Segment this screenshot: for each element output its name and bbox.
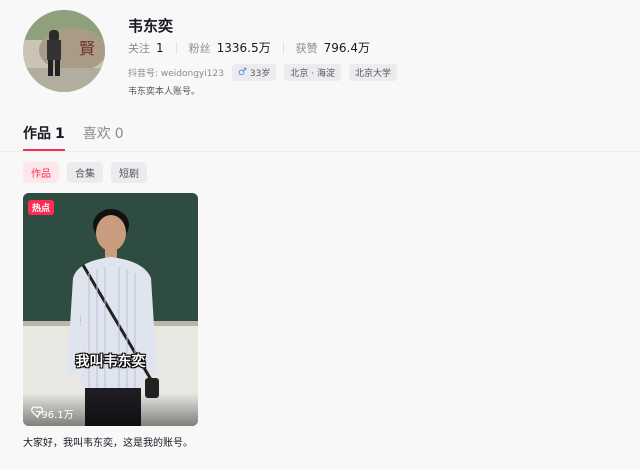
tab-works[interactable]: 作品 1 xyxy=(23,123,65,151)
tabs-divider xyxy=(0,151,640,152)
location-tag: 北京 · 海淀 xyxy=(284,64,341,81)
male-icon: ♂ xyxy=(237,67,247,78)
stat-followers-label: 粉丝 xyxy=(188,41,211,55)
stat-divider xyxy=(282,41,284,54)
age-text: 33岁 xyxy=(249,69,271,79)
stat-divider xyxy=(175,41,177,54)
stat-following-label: 关注 xyxy=(128,41,150,55)
tab-likes[interactable]: 喜欢 0 xyxy=(83,123,124,151)
content-tabs: 作品 1 喜欢 0 xyxy=(23,123,142,151)
stat-likes-label: 获赞 xyxy=(295,41,318,55)
stat-followers-value: 1336.5万 xyxy=(216,41,271,55)
douyin-id: 抖音号: weidongyi123 xyxy=(128,69,224,79)
filter-works[interactable]: 作品 xyxy=(23,162,59,183)
tab-works-count: 1 xyxy=(55,126,65,142)
profile-meta: 抖音号: weidongyi123 ♂ 33岁 北京 · 海淀 北京大学 xyxy=(128,64,397,81)
video-thumbnail xyxy=(23,193,198,426)
video-caption: 我叫韦东奕 xyxy=(75,354,146,370)
school-tag[interactable]: 北京大学 xyxy=(348,64,397,81)
video-description[interactable]: 大家好，我叫韦东奕，这是我的账号。 xyxy=(23,434,193,449)
stat-followers[interactable]: 粉丝 1336.5万 xyxy=(189,39,271,56)
stat-likes-value: 796.4万 xyxy=(323,41,370,55)
tab-works-label: 作品 xyxy=(23,126,51,142)
stat-likes: 获赞 796.4万 xyxy=(296,39,370,56)
profile-name: 韦东奕 xyxy=(128,17,174,35)
avatar-image: 賢 xyxy=(23,10,105,92)
age-tag: ♂ 33岁 xyxy=(231,64,277,81)
profile-bio: 韦东奕本人账号。 xyxy=(128,87,201,97)
stat-following-value: 1 xyxy=(156,40,164,55)
stat-following[interactable]: 关注 1 xyxy=(128,40,164,56)
hot-badge: 热点 xyxy=(28,200,55,215)
tab-likes-count: 0 xyxy=(114,126,124,142)
filter-collections[interactable]: 合集 xyxy=(67,162,103,183)
svg-text:賢: 賢 xyxy=(79,39,95,58)
profile-stats: 关注 1 粉丝 1336.5万 获赞 796.4万 xyxy=(128,39,370,56)
avatar[interactable]: 賢 xyxy=(23,10,105,92)
filter-pills: 作品 合集 短剧 xyxy=(23,162,155,183)
video-likes: 796.1万 xyxy=(31,406,74,421)
filter-short-drama[interactable]: 短剧 xyxy=(111,162,147,183)
video-card[interactable]: 热点 我叫韦东奕 796.1万 xyxy=(23,193,198,426)
tab-likes-label: 喜欢 xyxy=(82,126,111,142)
